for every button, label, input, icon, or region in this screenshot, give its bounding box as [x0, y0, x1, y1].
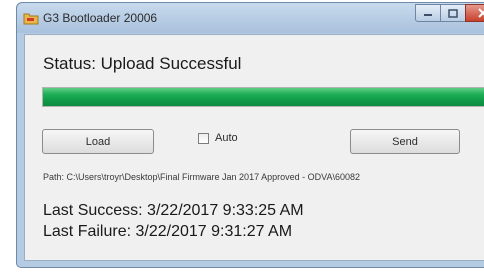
- title-bar[interactable]: G3 Bootloader 20006: [17, 3, 484, 33]
- upload-progress-fill: [43, 88, 484, 106]
- client-area: Status: Upload Successful Load Auto Send…: [24, 34, 484, 261]
- maximize-button[interactable]: [440, 4, 466, 22]
- window-title: G3 Bootloader 20006: [43, 11, 158, 25]
- upload-progress-bar: [42, 87, 484, 107]
- minimize-button[interactable]: [415, 4, 441, 22]
- last-success-label: Last Success: 3/22/2017 9:33:25 AM: [43, 202, 304, 219]
- load-button[interactable]: Load: [42, 129, 154, 154]
- firmware-path-label: Path: C:\Users\troyr\Desktop\Final Firmw…: [43, 172, 360, 182]
- app-window: G3 Bootloader 20006 Status: Upload Succe…: [16, 2, 484, 268]
- auto-checkbox-group[interactable]: Auto: [198, 132, 238, 144]
- auto-checkbox-label: Auto: [215, 132, 238, 144]
- close-button[interactable]: [465, 4, 484, 22]
- last-failure-label: Last Failure: 3/22/2017 9:31:27 AM: [43, 223, 293, 240]
- maximize-icon: [448, 8, 458, 18]
- status-label: Status: Upload Successful: [43, 54, 242, 73]
- app-icon: [23, 13, 39, 25]
- auto-checkbox[interactable]: [198, 132, 209, 144]
- close-icon: [478, 8, 484, 18]
- minimize-icon: [424, 14, 432, 16]
- send-button[interactable]: Send: [350, 129, 460, 154]
